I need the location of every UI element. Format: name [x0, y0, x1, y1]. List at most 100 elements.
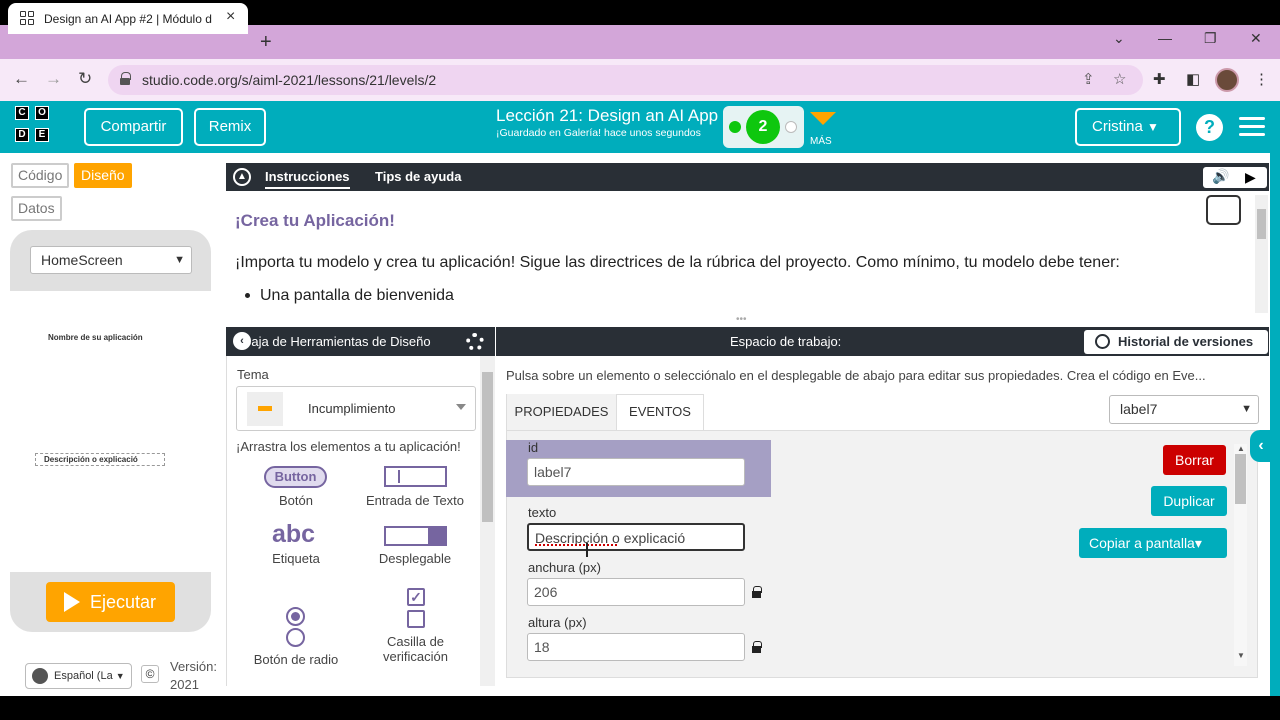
bookmark-star-icon[interactable]: ☆ — [1113, 70, 1126, 88]
toolbox-scrollbar[interactable] — [480, 356, 495, 686]
scroll-down-icon[interactable]: ▼ — [1237, 651, 1245, 660]
label-tool[interactable]: abc — [272, 520, 315, 549]
text-cursor-icon — [586, 543, 588, 557]
browser-tab[interactable]: Design an AI App #2 | Módulo d × — [8, 3, 248, 34]
user-name: Cristina — [1092, 118, 1143, 135]
screen-selector-value: HomeScreen — [41, 252, 123, 268]
width-field[interactable]: 206 — [527, 578, 745, 606]
text-input-tool[interactable] — [384, 466, 447, 487]
instructions-scrollbar[interactable] — [1255, 195, 1268, 313]
audio-controls: 🔊 ▶ — [1203, 167, 1267, 188]
version-history-button[interactable]: Historial de versiones — [1084, 330, 1268, 354]
speaker-icon[interactable]: 🔊 — [1212, 168, 1229, 185]
dropdown-tool[interactable] — [384, 526, 447, 546]
more-dropdown[interactable]: MÁS — [810, 109, 836, 149]
extensions-icon[interactable]: ✚ — [1153, 70, 1166, 88]
app-description-label[interactable]: Descripción o explicació — [35, 453, 165, 466]
image-view-icon[interactable] — [1206, 195, 1241, 225]
run-button[interactable]: Ejecutar — [46, 582, 175, 622]
hamburger-menu-icon[interactable] — [1239, 117, 1265, 137]
properties-scrollbar[interactable]: ▲ ▼ — [1234, 444, 1247, 666]
gear-icon[interactable] — [466, 333, 484, 351]
side-panel-icon[interactable]: ◧ — [1186, 70, 1200, 88]
theme-label: Tema — [237, 367, 269, 382]
profile-avatar[interactable] — [1215, 68, 1239, 92]
help-icon[interactable]: ? — [1196, 114, 1223, 141]
copy-to-screen-button[interactable]: Copiar a pantalla▾ — [1079, 528, 1227, 558]
tab-search-icon[interactable]: ⌄ — [1113, 30, 1125, 47]
minimize-icon[interactable]: — — [1158, 30, 1172, 46]
language-selector[interactable]: Español (La ▼ — [25, 663, 132, 689]
copyright-button[interactable]: © — [141, 665, 159, 683]
chevron-down-icon: ▼ — [1241, 403, 1252, 415]
language-value: Español (La — [54, 670, 113, 682]
height-label: altura (px) — [528, 615, 587, 630]
code-mode-toggle[interactable]: Código — [11, 163, 70, 188]
id-label: id — [528, 440, 539, 455]
screen: Design an AI App #2 | Módulo d × + ⌄ — ❐… — [0, 0, 1280, 720]
label-tool-label: Etiqueta — [272, 551, 320, 566]
share-icon[interactable]: ⇪ — [1082, 70, 1095, 88]
remix-button[interactable]: Remix — [194, 108, 266, 146]
text-field[interactable]: Descripción o explicació — [527, 523, 745, 551]
run-label: Ejecutar — [90, 592, 157, 612]
url-field[interactable]: studio.code.org/s/aiml-2021/lessons/21/l… — [108, 65, 1143, 95]
progress-dot-complete[interactable] — [729, 121, 741, 133]
share-button[interactable]: Compartir — [84, 108, 183, 146]
close-window-icon[interactable]: ✕ — [1250, 30, 1262, 47]
resize-grip-icon[interactable]: ••• — [736, 315, 758, 325]
theme-selector[interactable]: Incumplimiento — [236, 386, 476, 431]
tab-events[interactable]: EVENTOS — [618, 394, 702, 430]
logo-letter: O — [35, 106, 49, 120]
app-title-label[interactable]: Nombre de su aplicación — [48, 333, 143, 342]
tab-instructions[interactable]: Instrucciones — [265, 169, 350, 189]
toolbox-header: Caja de Herramientas de Diseño ‹ — [226, 327, 495, 356]
scroll-up-icon[interactable]: ▲ — [1237, 444, 1245, 453]
height-field[interactable]: 18 — [527, 633, 745, 661]
button-tool[interactable]: Button — [264, 466, 327, 488]
lock-icon[interactable] — [752, 586, 762, 598]
progress-dot-next[interactable] — [785, 121, 797, 133]
close-tab-icon[interactable]: × — [226, 8, 235, 26]
radio-tool-icon[interactable] — [286, 607, 305, 626]
delete-button[interactable]: Borrar — [1163, 445, 1226, 475]
version-label: Versión: 2021 — [170, 659, 217, 692]
duplicate-button[interactable]: Duplicar — [1151, 486, 1227, 516]
collapse-panel-chevron-left-icon[interactable]: ‹ — [1250, 430, 1272, 462]
reload-icon[interactable]: ↻ — [78, 69, 92, 89]
forward-icon[interactable]: → — [45, 69, 62, 89]
menu-kebab-icon[interactable]: ⋮ — [1254, 70, 1269, 88]
play-icon[interactable]: ▶ — [1245, 169, 1256, 186]
checkbox-checked-icon[interactable]: ✓ — [407, 588, 425, 606]
theme-preview-icon — [247, 392, 283, 426]
restore-icon[interactable]: ❐ — [1204, 30, 1217, 47]
element-selector[interactable]: label7 ▼ — [1109, 395, 1259, 424]
toolbox-title: Caja de Herramientas de Diseño — [242, 334, 431, 349]
checkbox-empty-icon[interactable] — [407, 610, 425, 628]
chevron-down-icon — [810, 112, 836, 125]
workspace-title: Espacio de trabajo: — [730, 334, 842, 349]
design-mode-toggle[interactable]: Diseño — [74, 163, 132, 188]
url-text: studio.code.org/s/aiml-2021/lessons/21/l… — [142, 72, 437, 88]
instructions-text: ¡Importa tu modelo y crea tu aplicación!… — [235, 254, 1120, 271]
new-tab-icon[interactable]: + — [260, 31, 272, 54]
more-label: MÁS — [810, 136, 832, 147]
logo-letter: C — [15, 106, 29, 120]
data-mode-button[interactable]: Datos — [11, 196, 62, 221]
tab-tips[interactable]: Tips de ayuda — [375, 169, 461, 184]
text-label: texto — [528, 505, 557, 520]
back-icon[interactable]: ← — [13, 69, 30, 89]
radio-empty-icon[interactable] — [286, 628, 305, 647]
id-field[interactable]: label7 — [527, 458, 745, 486]
level-progress[interactable]: 2 — [723, 106, 804, 148]
globe-icon — [32, 668, 48, 684]
collapse-left-icon[interactable]: ‹ — [233, 332, 251, 350]
code-org-logo[interactable]: C O D E — [15, 106, 59, 148]
user-menu-button[interactable]: Cristina ▼ — [1075, 108, 1181, 146]
lock-icon[interactable] — [752, 641, 762, 653]
screen-selector[interactable]: HomeScreen ▼ — [30, 246, 192, 274]
current-level-bubble[interactable]: 2 — [746, 110, 780, 144]
collapse-chevron-up-icon[interactable]: ▲ — [233, 168, 251, 186]
tab-properties[interactable]: PROPIEDADES — [507, 394, 617, 430]
caret-down-icon — [456, 404, 466, 410]
